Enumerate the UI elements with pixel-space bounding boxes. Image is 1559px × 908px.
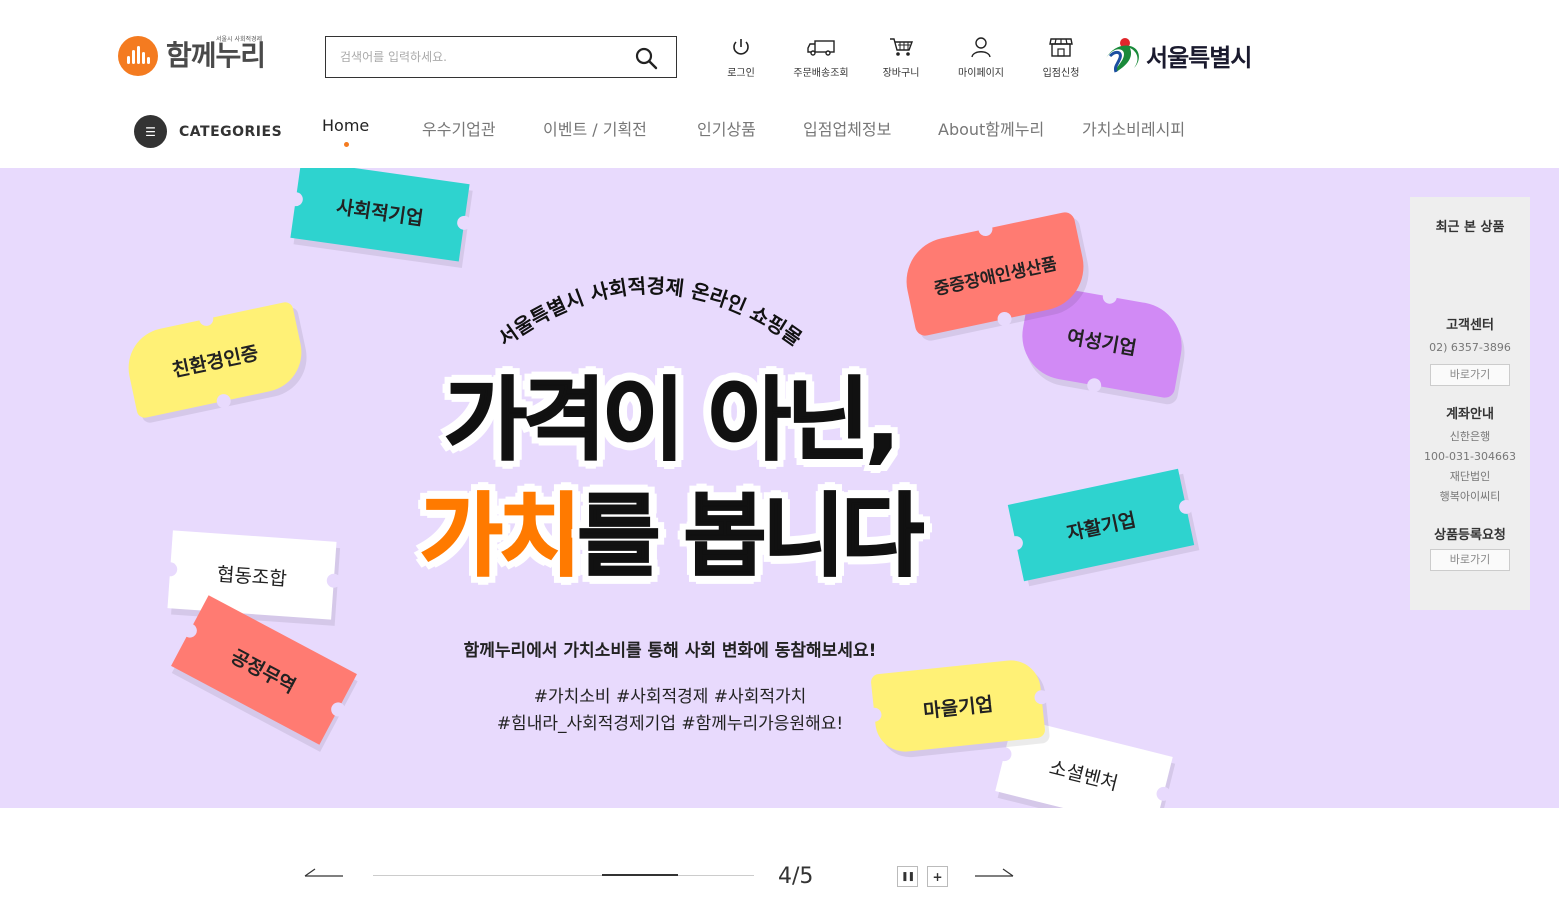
ticket-cooperative: 협동조합 [167, 530, 337, 620]
ticket-eco-certified: 친환경인증 [121, 300, 309, 420]
mypage-label: 마이페이지 [958, 68, 1004, 79]
nav-about-label: About함께누리 [938, 120, 1045, 139]
seoul-logo-text: 서울특별시 [1146, 43, 1252, 72]
nav-best-companies[interactable]: 우수기업관 [422, 116, 496, 140]
nav-events-label: 이벤트 / 기획전 [543, 120, 647, 139]
truck-icon [807, 40, 835, 56]
account-holder-1: 재단법인 [1449, 470, 1491, 483]
pause-icon: ❚❚ [900, 871, 915, 882]
search-input[interactable] [326, 37, 626, 77]
nav-popular[interactable]: 인기상품 [697, 116, 756, 140]
categories-label: CATEGORIES [179, 123, 283, 140]
slider-counter: 4/5 [778, 864, 814, 889]
logo-subtitle: 서울시 사회적경제 [216, 36, 263, 43]
site-header: 서울시 사회적경제 함께누리 로그인 주문배송조회 장바구니 마이페이지 입점신… [0, 0, 1559, 168]
prev-arrow-icon[interactable] [303, 868, 345, 882]
menu-icon: ☰ [134, 115, 167, 148]
account-number: 100-031-304663 [1424, 450, 1516, 463]
store-icon [1049, 38, 1073, 57]
mypage-button[interactable]: 마이페이지 [946, 36, 1016, 79]
login-label: 로그인 [727, 68, 755, 79]
account-holder-2: 행복아이씨티 [1439, 490, 1501, 503]
vendor-apply-button[interactable]: 입점신청 [1026, 36, 1096, 79]
banner-headline: 가격이 아닌, 가치를 봅니다 [390, 363, 950, 595]
categories-button[interactable]: ☰ CATEGORIES [134, 115, 282, 148]
cart-icon [890, 38, 914, 56]
banner-hashtags: #가치소비 #사회적경제 #사회적가치 #힘내라_사회적경제기업 #함께누리가응… [400, 684, 940, 738]
nav-recipe-label: 가치소비레시피 [1082, 120, 1186, 139]
slider-progress-fill [601, 874, 678, 876]
hashtags-line-2: #힘내라_사회적경제기업 #함께누리가응원해요! [496, 714, 844, 734]
order-tracking-button[interactable]: 주문배송조회 [786, 36, 856, 79]
cs-shortcut-button[interactable]: 바로가기 [1430, 364, 1510, 386]
cart-label: 장바구니 [882, 68, 920, 79]
headline-line-1: 가격이 아닌, [443, 367, 901, 474]
nav-about[interactable]: About함께누리 [938, 116, 1044, 140]
quick-side-panel: 최근 본 상품 고객센터 02) 6357-3896 바로가기 계좌안내 신한은… [1410, 197, 1530, 610]
site-logo[interactable]: 서울시 사회적경제 함께누리 [118, 36, 266, 76]
cs-phone: 02) 6357-3896 [1429, 341, 1511, 354]
order-tracking-label: 주문배송조회 [793, 68, 849, 79]
hashtags-line-1: #가치소비 #사회적경제 #사회적가치 [533, 687, 807, 707]
active-indicator [343, 142, 349, 147]
next-arrow-icon[interactable] [973, 868, 1015, 882]
user-icon [971, 37, 991, 58]
nav-recipe[interactable]: 가치소비레시피 [1082, 116, 1185, 140]
svg-text:서울특별시 사회적경제 온라인 쇼핑몰: 서울특별시 사회적경제 온라인 쇼핑몰 [494, 274, 807, 351]
ticket-social-enterprise: 사회적기업 [290, 168, 470, 262]
register-shortcut-button[interactable]: 바로가기 [1430, 549, 1510, 571]
plus-icon: + [932, 869, 943, 884]
recent-items-title: 최근 본 상품 [1435, 220, 1505, 235]
banner-subcopy: 함께누리에서 가치소비를 통해 사회 변화에 동참해보세요! [463, 641, 877, 661]
login-button[interactable]: 로그인 [706, 36, 776, 79]
pause-button[interactable]: ❚❚ [897, 866, 918, 887]
logo-icon [118, 36, 158, 76]
hero-banner[interactable]: 사회적기업 친환경인증 여성기업 중증장애인생산품 자활기업 협동조합 공정무역… [0, 168, 1559, 808]
play-button[interactable]: + [927, 866, 948, 887]
headline-line-2-rest: 를 봅니다 [577, 483, 926, 590]
register-title: 상품등록요청 [1434, 528, 1506, 543]
seoul-symbol-icon [1106, 38, 1139, 73]
slider-progress-track [373, 874, 754, 876]
power-icon [733, 39, 749, 55]
nav-events[interactable]: 이벤트 / 기획전 [543, 116, 647, 140]
cs-title: 고객센터 [1446, 318, 1494, 333]
ticket-self-support: 자활기업 [1007, 468, 1195, 582]
nav-home[interactable]: Home [322, 116, 370, 147]
cart-button[interactable]: 장바구니 [866, 36, 936, 79]
search-box [325, 36, 677, 78]
vendor-apply-label: 입점신청 [1042, 68, 1080, 79]
seoul-logo[interactable]: 서울특별시 [1104, 36, 1252, 74]
headline-highlight: 가치 [419, 483, 583, 590]
account-title: 계좌안내 [1446, 407, 1494, 422]
banner-arc-title: 서울특별시 사회적경제 온라인 쇼핑몰 [494, 274, 807, 351]
account-bank: 신한은행 [1449, 430, 1491, 443]
nav-vendors[interactable]: 입점업체정보 [803, 116, 891, 140]
nav-home-label: Home [322, 116, 370, 135]
search-icon[interactable] [634, 46, 658, 70]
nav-vendors-label: 입점업체정보 [803, 120, 892, 139]
nav-popular-label: 인기상품 [697, 120, 756, 139]
nav-best-companies-label: 우수기업관 [422, 120, 496, 139]
headline-line-2: 가치를 봅니다 [390, 479, 950, 595]
